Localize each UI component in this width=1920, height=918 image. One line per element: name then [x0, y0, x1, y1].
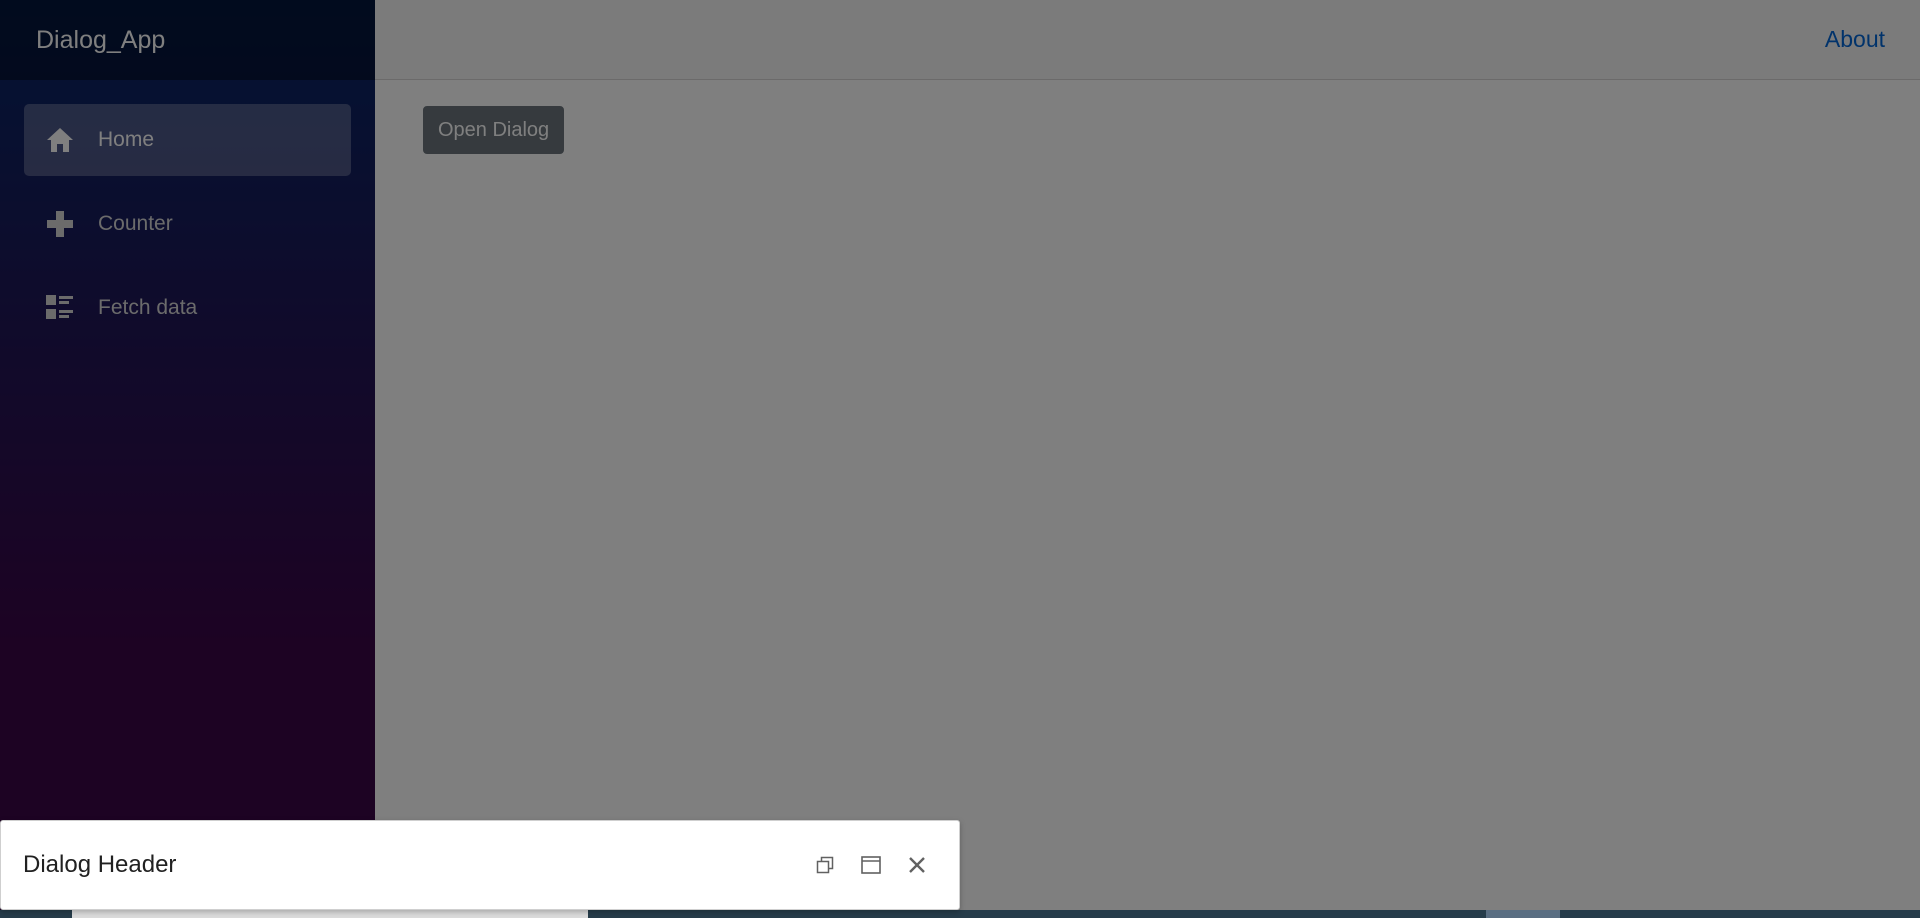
dialog-title: Dialog Header	[23, 851, 177, 878]
dialog-actions	[801, 845, 939, 885]
modal-overlay[interactable]	[0, 0, 1920, 918]
dialog: Dialog Header	[0, 820, 960, 910]
bottom-strip-marker	[1486, 910, 1560, 918]
maximize-icon[interactable]	[849, 845, 893, 885]
dialog-header: Dialog Header	[1, 821, 959, 909]
close-icon[interactable]	[895, 845, 939, 885]
bottom-strip	[0, 910, 1920, 918]
bottom-strip-segment	[72, 910, 588, 918]
restore-icon[interactable]	[803, 845, 847, 885]
